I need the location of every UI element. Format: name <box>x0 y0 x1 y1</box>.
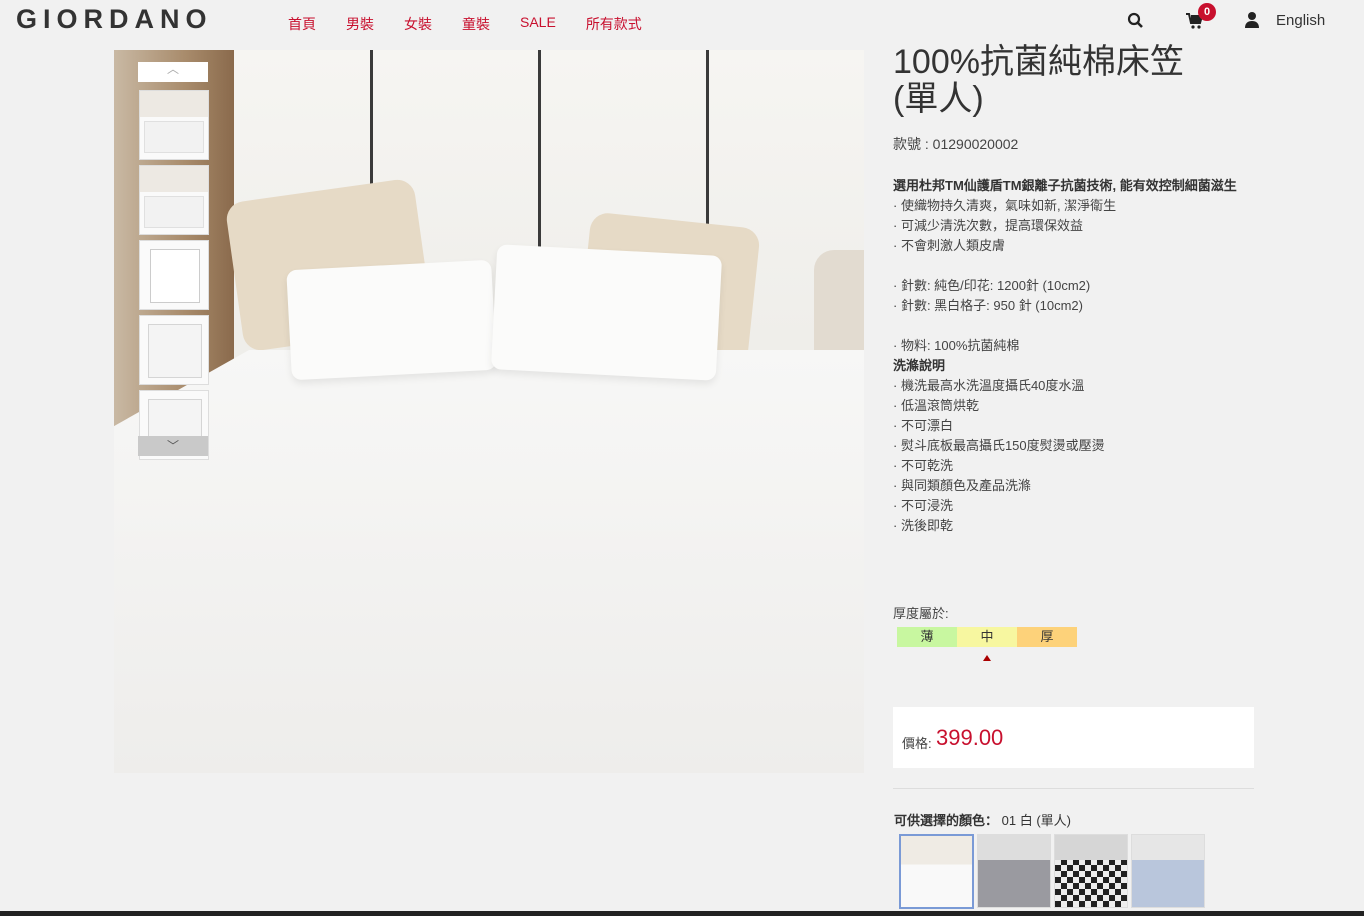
color-label: 可供選擇的顏色： 01 白 (單人) <box>894 810 1071 829</box>
color-swatch-white[interactable] <box>899 834 974 909</box>
care-item: · 不可乾洗 <box>893 458 953 473</box>
thumb-size-chart <box>150 249 200 303</box>
color-swatch-grey[interactable] <box>977 834 1051 908</box>
nav-sale[interactable]: SALE <box>520 14 556 34</box>
color-swatches <box>899 834 1208 909</box>
cart-count-badge: 0 <box>1198 3 1216 21</box>
thumb-bed <box>144 196 204 228</box>
product-sku: 款號 : 01290020002 <box>893 136 1019 152</box>
feature-item: · 可減少清洗次數，提高環保效益 <box>893 218 1083 233</box>
color-swatch-check[interactable] <box>1054 834 1128 908</box>
main-product-image[interactable] <box>114 50 864 773</box>
thickness-thick: 厚 <box>1017 627 1077 647</box>
nav-women[interactable]: 女裝 <box>404 14 432 34</box>
feature-item: · 不會刺激人類皮膚 <box>893 238 1005 253</box>
site-header: GIORDANO 首頁 男裝 女裝 童裝 SALE 所有款式 0 English <box>0 0 1364 44</box>
main-nav: 首頁 男裝 女裝 童裝 SALE 所有款式 <box>288 14 672 34</box>
bottom-scrollbar[interactable] <box>0 911 1364 916</box>
chevron-down-icon: ﹀ <box>166 439 179 453</box>
thickness-label: 厚度屬於: <box>893 606 949 621</box>
care-item: · 洗後即乾 <box>893 518 953 533</box>
thumb-scene <box>140 91 208 117</box>
image-bed-sheet <box>114 350 864 773</box>
thumb-scroll-down-button[interactable]: ﹀ <box>138 436 208 456</box>
thumb-package <box>148 324 202 378</box>
thumb-bed <box>144 121 204 153</box>
nav-kids[interactable]: 童裝 <box>462 14 490 34</box>
price-label: 價格: <box>902 736 932 751</box>
thickness-medium: 中 <box>957 627 1017 647</box>
search-icon[interactable] <box>1126 11 1146 31</box>
product-title-line1: 100%抗菌純棉床笠 <box>893 43 1184 81</box>
product-title-line2: (單人) <box>893 80 984 118</box>
giordano-logo[interactable]: GIORDANO <box>16 4 213 35</box>
care-item: · 低溫滾筒烘乾 <box>893 398 979 413</box>
price-box: 價格: 399.00 <box>893 707 1254 768</box>
spec-item: · 針數: 黑白格子: 950 針 (10cm2) <box>893 298 1083 313</box>
image-white-pillow <box>490 244 723 381</box>
thumb-scene <box>140 166 208 192</box>
care-item: · 機洗最高水洗溫度攝氏40度水溫 <box>893 378 1085 393</box>
header-actions: 0 English <box>1104 0 1364 44</box>
nav-all-styles[interactable]: 所有款式 <box>586 14 642 34</box>
thumbnail-strip: ︿ ﹀ <box>137 62 209 460</box>
product-headline: 選用杜邦TM仙護盾TM銀離子抗菌技術, 能有效控制細菌滋生 <box>893 178 1237 193</box>
user-icon[interactable] <box>1244 11 1260 29</box>
color-label-title: 可供選擇的顏色： <box>894 813 999 828</box>
thumbnail-4[interactable] <box>139 315 209 385</box>
nav-home[interactable]: 首頁 <box>288 14 316 34</box>
care-item: · 不可漂白 <box>893 418 953 433</box>
care-item: · 與同類顏色及產品洗滌 <box>893 478 1031 493</box>
product-info: 100%抗菌純棉床笠 (單人) 款號 : 01290020002 選用杜邦TM仙… <box>893 44 1255 536</box>
thickness-scale: 薄 中 厚 <box>897 627 1077 647</box>
nav-men[interactable]: 男裝 <box>346 14 374 34</box>
language-switch[interactable]: English <box>1276 12 1325 29</box>
care-item: · 熨斗底板最高攝氏150度熨燙或壓燙 <box>893 438 1105 453</box>
care-item: · 不可浸洗 <box>893 498 953 513</box>
material-item: · 物料: 100%抗菌純棉 <box>893 338 1020 353</box>
thumb-scroll-up-button[interactable]: ︿ <box>138 62 208 82</box>
chevron-up-icon: ︿ <box>166 62 179 76</box>
spec-item: · 針數: 純色/印花: 1200針 (10cm2) <box>893 278 1091 293</box>
color-swatch-blue[interactable] <box>1131 834 1205 908</box>
image-white-pillow <box>286 259 497 381</box>
thumbnail-3[interactable] <box>139 240 209 310</box>
feature-item: · 使織物持久清爽，氣味如新, 潔淨衛生 <box>893 198 1117 213</box>
divider <box>893 788 1254 789</box>
thickness-marker-icon <box>983 655 991 661</box>
color-selected-name: 01 白 (單人) <box>1001 813 1071 828</box>
price-value: 399.00 <box>936 725 1004 750</box>
thickness-thin: 薄 <box>897 627 957 647</box>
thumbnail-1[interactable] <box>139 90 209 160</box>
care-title: 洗滌說明 <box>893 358 946 373</box>
product-title: 100%抗菌純棉床笠 (單人) <box>893 44 1255 118</box>
thumbnail-2[interactable] <box>139 165 209 235</box>
